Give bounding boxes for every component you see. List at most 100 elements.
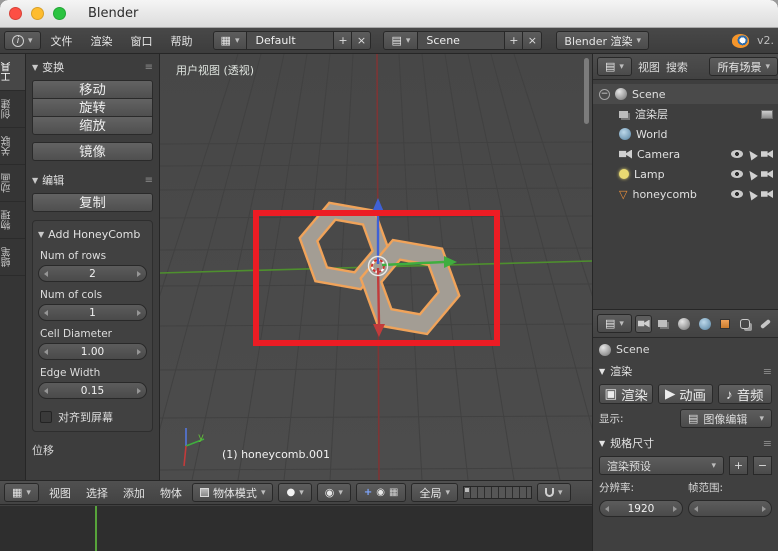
screen-layout-name-field[interactable]: Default xyxy=(247,31,334,50)
minimize-window-button[interactable] xyxy=(31,7,44,20)
image-icon[interactable] xyxy=(761,109,773,119)
tab-physics[interactable]: 物理 xyxy=(0,202,25,239)
selectability-cursor-icon[interactable] xyxy=(746,188,758,200)
tree-row-world[interactable]: World xyxy=(593,124,778,144)
menu-add[interactable]: 添加 xyxy=(118,485,150,501)
render-engine-dropdown[interactable]: Blender 渲染 ▾ xyxy=(556,31,650,50)
add-preset-button[interactable]: + xyxy=(729,456,748,475)
outliner-view-menu[interactable]: 视图 xyxy=(638,59,660,75)
close-window-button[interactable] xyxy=(9,7,22,20)
tab-relations[interactable]: 关联 xyxy=(0,128,25,165)
menu-window[interactable]: 窗口 xyxy=(123,33,161,49)
duplicate-button[interactable]: 复制 xyxy=(32,193,153,212)
selectability-cursor-icon[interactable] xyxy=(746,148,758,160)
renderability-camera-icon[interactable] xyxy=(761,170,773,178)
zoom-window-button[interactable] xyxy=(53,7,66,20)
viewport-scrollbar[interactable] xyxy=(584,58,589,124)
scene-browse-button[interactable]: ▤ ▾ xyxy=(383,31,419,50)
screen-layout-browse-button[interactable]: ▦ ▾ xyxy=(212,31,248,50)
delete-screen-layout-button[interactable]: × xyxy=(352,31,372,50)
display-mode-dropdown[interactable]: ▤ 图像编辑 ▾ xyxy=(680,409,772,428)
edit-section-header[interactable]: ▼ 编辑 ≡ xyxy=(32,171,153,189)
num-cols-slider[interactable]: 1 xyxy=(38,304,147,321)
tab-modifiers[interactable] xyxy=(757,315,774,333)
tab-world[interactable] xyxy=(696,315,713,333)
editor-type-viewport-button[interactable]: ▦ ▾ xyxy=(4,483,39,502)
panel-menu-icon[interactable]: ≡ xyxy=(763,365,772,378)
tab-animation[interactable]: 动画 xyxy=(0,165,25,202)
visibility-eye-icon[interactable] xyxy=(731,190,743,198)
tab-scene[interactable] xyxy=(676,315,693,333)
scale-manipulator-icon[interactable]: ▦ xyxy=(389,487,398,498)
timeline[interactable] xyxy=(0,506,592,551)
rotate-manipulator-icon[interactable]: ◉ xyxy=(376,487,385,498)
rotate-button[interactable]: 旋转 xyxy=(32,98,153,117)
honeycomb-panel-header[interactable]: ▼ Add HoneyComb xyxy=(38,225,147,243)
renderability-camera-icon[interactable] xyxy=(761,190,773,198)
panel-menu-icon[interactable]: ≡ xyxy=(145,62,153,73)
menu-view[interactable]: 视图 xyxy=(44,485,76,501)
transform-orientation-dropdown[interactable]: 全局 ▾ xyxy=(411,483,458,502)
timeline-playhead[interactable] xyxy=(95,506,97,551)
viewport-shading-dropdown[interactable]: ● ▾ xyxy=(278,483,312,502)
tab-constraints[interactable] xyxy=(736,315,753,333)
tab-create[interactable]: 创建 xyxy=(0,91,25,128)
tree-row-honeycomb[interactable]: ▽ honeycomb xyxy=(593,184,778,204)
delete-scene-button[interactable]: × xyxy=(523,31,543,50)
menu-render[interactable]: 渲染 xyxy=(83,33,121,49)
editor-type-properties-button[interactable]: ▤ ▾ xyxy=(597,314,632,333)
translate-button[interactable]: 移动 xyxy=(32,80,153,99)
pivot-point-dropdown[interactable]: ◉ ▾ xyxy=(316,483,351,502)
collapse-icon[interactable]: − xyxy=(599,88,610,100)
remove-preset-button[interactable]: − xyxy=(753,456,772,475)
outliner-scope-dropdown[interactable]: 所有场景 ▾ xyxy=(709,57,778,76)
menu-select[interactable]: 选择 xyxy=(81,485,113,501)
frame-start-slider[interactable] xyxy=(688,500,772,517)
visibility-eye-icon[interactable] xyxy=(731,150,743,158)
dimensions-section-header[interactable]: ▼ 规格尺寸 ≡ xyxy=(599,435,772,451)
tree-row-lamp[interactable]: Lamp xyxy=(593,164,778,184)
tab-render[interactable] xyxy=(634,314,653,333)
editor-type-outliner-button[interactable]: ▤ ▾ xyxy=(597,57,632,76)
align-to-view-checkbox[interactable] xyxy=(40,411,52,423)
tab-object[interactable] xyxy=(716,315,733,333)
tab-grease-pencil[interactable]: 蜡笔 xyxy=(0,239,25,276)
animation-button[interactable]: ▶ 动画 xyxy=(658,384,713,404)
tab-render-layers[interactable] xyxy=(655,315,672,333)
panel-menu-icon[interactable]: ≡ xyxy=(145,175,153,186)
tree-row-scene[interactable]: − Scene xyxy=(593,84,778,104)
add-scene-button[interactable]: + xyxy=(504,31,524,50)
render-button[interactable]: ▣ 渲染 xyxy=(599,384,654,404)
scene-name-field[interactable]: Scene xyxy=(418,31,505,50)
scale-button[interactable]: 缩放 xyxy=(32,116,153,135)
selectability-cursor-icon[interactable] xyxy=(746,168,758,180)
viewport-3d[interactable]: 用户视图 (透视) y (1) honeycomb.001 xyxy=(160,54,592,480)
add-screen-layout-button[interactable]: + xyxy=(333,31,353,50)
tree-row-render-layers[interactable]: 渲染层 xyxy=(593,104,778,124)
layer-buttons[interactable] xyxy=(462,486,532,499)
highlight-annotation-rectangle xyxy=(253,210,500,346)
render-presets-dropdown[interactable]: 渲染预设 ▾ xyxy=(599,456,724,475)
renderability-camera-icon[interactable] xyxy=(761,150,773,158)
snap-dropdown[interactable]: ▾ xyxy=(536,483,571,502)
editor-type-info-button[interactable]: i ▾ xyxy=(4,31,41,50)
mirror-button[interactable]: 镜像 xyxy=(32,142,153,161)
menu-help[interactable]: 帮助 xyxy=(163,33,201,49)
outliner-search-menu[interactable]: 搜索 xyxy=(666,59,688,75)
manipulator-widget-group[interactable]: + ◉ ▦ xyxy=(355,483,407,502)
transform-section-header[interactable]: ▼ 变换 ≡ xyxy=(32,58,153,76)
panel-menu-icon[interactable]: ≡ xyxy=(763,437,772,450)
cell-diameter-slider[interactable]: 1.00 xyxy=(38,343,147,360)
tab-tools[interactable]: 工具 xyxy=(0,54,25,91)
mode-dropdown[interactable]: 物体模式 ▾ xyxy=(191,483,274,502)
translate-manipulator-icon[interactable]: + xyxy=(364,487,372,498)
num-rows-slider[interactable]: 2 xyxy=(38,265,147,282)
resolution-x-slider[interactable]: 1920 xyxy=(599,500,683,517)
edge-width-slider[interactable]: 0.15 xyxy=(38,382,147,399)
render-section-header[interactable]: ▼ 渲染 ≡ xyxy=(599,363,772,379)
audio-button[interactable]: ♪ 音频 xyxy=(717,384,772,404)
menu-object[interactable]: 物体 xyxy=(155,485,187,501)
menu-file[interactable]: 文件 xyxy=(43,33,81,49)
tree-row-camera[interactable]: Camera xyxy=(593,144,778,164)
visibility-eye-icon[interactable] xyxy=(731,170,743,178)
